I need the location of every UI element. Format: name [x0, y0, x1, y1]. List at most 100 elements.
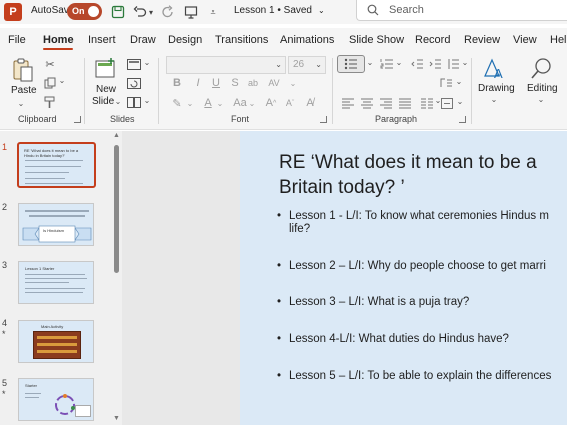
clear-formatting-icon[interactable]: A̸	[303, 96, 317, 110]
slide-thumbnail-3[interactable]: Lesson 1 Starter	[18, 261, 94, 304]
new-slide-label-2[interactable]: Slide	[92, 96, 114, 107]
undo-dropdown-icon[interactable]: ▾	[146, 2, 156, 22]
bullet-item[interactable]: • Lesson 1 - L/I: To know what ceremonies…	[277, 210, 549, 236]
numbering-icon[interactable]	[379, 57, 395, 71]
format-painter-icon[interactable]	[43, 95, 57, 109]
scroll-down-icon[interactable]: ▼	[113, 415, 120, 422]
line-spacing-icon[interactable]	[446, 57, 460, 71]
drawing-shapes-icon[interactable]: A	[481, 56, 507, 82]
paste-dropdown-icon[interactable]: ⌄	[16, 99, 26, 108]
clipboard-group-label: Clipboard	[18, 114, 57, 124]
highlight-icon[interactable]: ✎	[170, 96, 184, 110]
tab-home[interactable]: Home	[43, 34, 74, 46]
section-icon[interactable]	[126, 96, 142, 108]
font-size-box[interactable]: 26 ⌄	[288, 56, 326, 74]
slide-thumbnail-4[interactable]: Main Activity	[18, 320, 94, 363]
font-color-icon[interactable]: A	[201, 96, 215, 110]
bullet-item[interactable]: • Lesson 5 – L/I: To be able to explain t…	[277, 370, 551, 383]
align-right-icon[interactable]	[379, 96, 393, 110]
paste-icon[interactable]	[10, 56, 36, 84]
thumbnail-title: Is Hinduism	[43, 228, 64, 233]
scrollbar-thumb[interactable]	[114, 145, 119, 273]
tab-record[interactable]: Record	[415, 34, 450, 46]
font-color-dropdown-icon[interactable]: ⌄	[216, 96, 224, 110]
font-name-box[interactable]: ⌄	[166, 56, 286, 74]
text-shadow-icon[interactable]: ab	[247, 76, 259, 90]
columns-icon[interactable]	[420, 96, 434, 110]
tab-file[interactable]: File	[8, 34, 26, 46]
bullet-item[interactable]: • Lesson 2 – L/I: Why do people choose to…	[277, 260, 546, 273]
section-dropdown-icon[interactable]: ⌄	[143, 96, 151, 105]
document-title[interactable]: Lesson 1 • Saved ⌄	[234, 5, 325, 16]
drawing-label[interactable]: Drawing	[478, 83, 515, 94]
thumbnail-number: 1	[2, 142, 8, 152]
new-slide-dropdown-icon[interactable]: ⌄	[114, 97, 122, 106]
slide-thumbnail-2[interactable]: Is Hinduism	[18, 203, 94, 246]
group-separator	[158, 58, 159, 124]
text-direction-dropdown-icon[interactable]: ⌄	[455, 77, 463, 86]
tab-insert[interactable]: Insert	[88, 34, 116, 46]
present-icon[interactable]	[182, 2, 200, 22]
autosave-toggle[interactable]: On	[67, 3, 102, 20]
search-box[interactable]: Search	[356, 0, 567, 21]
cut-icon[interactable]: ✂	[43, 57, 57, 71]
increase-font-size-icon[interactable]: A ^	[264, 96, 278, 110]
tab-slide-show[interactable]: Slide Show	[349, 34, 404, 46]
highlight-dropdown-icon[interactable]: ⌄	[186, 96, 194, 110]
layout-dropdown-icon[interactable]: ⌄	[143, 58, 151, 67]
align-center-icon[interactable]	[360, 96, 374, 110]
reset-slide-icon[interactable]	[126, 77, 142, 89]
increase-indent-icon[interactable]	[428, 57, 442, 71]
copy-dropdown-icon[interactable]: ⌄	[58, 76, 66, 85]
layout-icon[interactable]	[126, 58, 142, 70]
bold-icon[interactable]: B	[171, 76, 183, 90]
tab-view[interactable]: View	[513, 34, 537, 46]
italic-icon[interactable]: I	[192, 76, 204, 90]
new-slide-icon[interactable]	[93, 56, 119, 82]
tab-help[interactable]: Help	[550, 34, 567, 46]
paste-label[interactable]: Paste	[11, 85, 37, 96]
strikethrough-icon[interactable]: S	[229, 76, 241, 90]
align-left-icon[interactable]	[341, 96, 355, 110]
editing-dropdown-icon[interactable]: ⌄	[537, 95, 545, 104]
tab-design[interactable]: Design	[168, 34, 202, 46]
paragraph-launcher-icon[interactable]	[459, 116, 466, 123]
change-case-icon[interactable]: Aa	[232, 96, 248, 110]
change-case-dropdown-icon[interactable]: ⌄	[248, 96, 256, 110]
drawing-dropdown-icon[interactable]: ⌄	[490, 95, 498, 104]
slide-thumbnail-1[interactable]: RE 'What does it mean to be a Hindu in B…	[17, 142, 96, 188]
align-text-dropdown-icon[interactable]: ⌄	[456, 97, 464, 106]
font-launcher-icon[interactable]	[320, 116, 327, 123]
bullets-dropdown-icon[interactable]: ⌄	[366, 58, 374, 67]
decrease-indent-icon[interactable]	[410, 57, 424, 71]
underline-icon[interactable]: U	[210, 76, 222, 90]
editing-label[interactable]: Editing	[527, 83, 558, 94]
redo-icon[interactable]	[159, 2, 177, 22]
character-spacing-dropdown-icon[interactable]: ⌄	[287, 76, 299, 90]
bullet-item[interactable]: • Lesson 3 – L/I: What is a puja tray?	[277, 296, 469, 309]
line-spacing-dropdown-icon[interactable]: ⌄	[461, 58, 469, 67]
align-text-icon[interactable]	[440, 96, 454, 110]
slide-thumbnail-5[interactable]: Starter	[18, 378, 94, 421]
character-spacing-icon[interactable]: AV	[266, 76, 282, 90]
scroll-up-icon[interactable]: ▲	[113, 132, 120, 139]
decrease-font-size-icon[interactable]: Aˇ	[283, 96, 297, 110]
powerpoint-logo-icon: P	[4, 3, 22, 21]
new-slide-label[interactable]: New	[96, 84, 116, 95]
text-direction-icon[interactable]	[438, 76, 454, 90]
clipboard-launcher-icon[interactable]	[74, 116, 81, 123]
copy-icon[interactable]	[43, 76, 57, 90]
bullet-item[interactable]: • Lesson 4-L/I: What duties do Hindus hav…	[277, 333, 509, 346]
font-size-value: 26	[293, 59, 305, 70]
bullets-icon[interactable]	[337, 55, 365, 73]
customize-toolbar-icon[interactable]: ⩡	[204, 2, 222, 22]
save-icon[interactable]	[109, 2, 127, 22]
tab-transitions[interactable]: Transitions	[215, 34, 268, 46]
tab-animations[interactable]: Animations	[280, 34, 334, 46]
numbering-dropdown-icon[interactable]: ⌄	[395, 58, 403, 67]
slide-title[interactable]: RE ‘What does it mean to be a Britain to…	[279, 150, 567, 200]
justify-icon[interactable]	[398, 96, 412, 110]
editing-find-icon[interactable]	[529, 56, 555, 82]
tab-review[interactable]: Review	[464, 34, 500, 46]
tab-draw[interactable]: Draw	[130, 34, 156, 46]
